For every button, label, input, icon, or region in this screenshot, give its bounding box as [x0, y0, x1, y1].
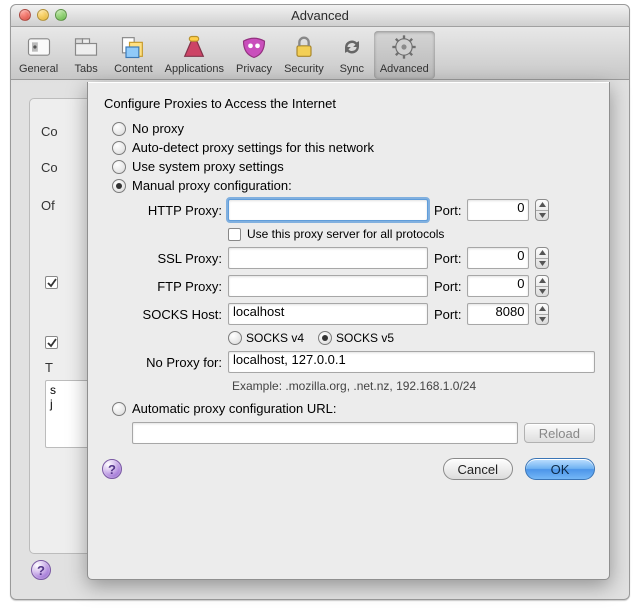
chevron-up-icon [536, 276, 548, 286]
tabs-icon [72, 33, 100, 61]
port-label: Port: [434, 279, 461, 294]
titlebar: Advanced [11, 5, 629, 27]
use-for-all-label: Use this proxy server for all protocols [247, 227, 444, 241]
sheet-heading: Configure Proxies to Access the Internet [104, 96, 595, 111]
radio-socks-v5[interactable] [318, 331, 332, 345]
use-for-all-checkbox[interactable] [228, 228, 241, 241]
content-icon [119, 33, 147, 61]
socks-port-stepper[interactable] [535, 303, 549, 325]
radio-icon [112, 122, 126, 136]
toolbar-label: Tabs [75, 63, 98, 75]
http-port-stepper[interactable] [535, 199, 549, 221]
radio-no-proxy[interactable]: No proxy [112, 121, 595, 136]
no-proxy-label: No Proxy for: [132, 355, 222, 370]
radio-autodetect[interactable]: Auto-detect proxy settings for this netw… [112, 140, 595, 155]
ok-button[interactable]: OK [525, 458, 595, 480]
socks-host-label: SOCKS Host: [132, 307, 222, 322]
toolbar-label: Security [284, 63, 324, 75]
port-label: Port: [434, 203, 461, 218]
bg-checkbox[interactable] [45, 336, 58, 349]
no-proxy-input[interactable]: localhost, 127.0.0.1 [228, 351, 595, 373]
http-proxy-label: HTTP Proxy: [132, 203, 222, 218]
toolbar-label: Applications [165, 63, 224, 75]
toolbar-content[interactable]: Content [108, 31, 159, 79]
autoconfig-url-input[interactable] [132, 422, 518, 444]
radio-socks-v4[interactable] [228, 331, 242, 345]
radio-manual[interactable]: Manual proxy configuration: [112, 178, 595, 193]
radio-system[interactable]: Use system proxy settings [112, 159, 595, 174]
proxy-sheet: Configure Proxies to Access the Internet… [87, 82, 610, 580]
radio-label: Automatic proxy configuration URL: [132, 401, 336, 416]
socks-v4-label: SOCKS v4 [246, 331, 304, 345]
chevron-down-icon [536, 286, 548, 297]
radio-icon [112, 402, 126, 416]
mask-icon [240, 33, 268, 61]
ftp-proxy-input[interactable] [228, 275, 428, 297]
radio-autoconfig[interactable]: Automatic proxy configuration URL: [112, 401, 595, 416]
bg-label: Co [41, 124, 58, 139]
radio-label: No proxy [132, 121, 184, 136]
toolbar-advanced[interactable]: Advanced [374, 31, 435, 79]
ftp-proxy-label: FTP Proxy: [132, 279, 222, 294]
radio-label: Auto-detect proxy settings for this netw… [132, 140, 374, 155]
ssl-port-stepper[interactable] [535, 247, 549, 269]
cancel-button[interactable]: Cancel [443, 458, 513, 480]
chevron-up-icon [536, 248, 548, 258]
radio-icon [112, 160, 126, 174]
zoom-icon[interactable] [55, 9, 67, 21]
ftp-port-stepper[interactable] [535, 275, 549, 297]
chevron-down-icon [536, 314, 548, 325]
prefs-toolbar: General Tabs Content Applications Privac… [11, 27, 629, 80]
sync-icon [338, 33, 366, 61]
applications-icon [180, 33, 208, 61]
traffic-lights [19, 9, 67, 21]
bg-textfield[interactable]: s j [45, 380, 89, 448]
manual-proxy-form: HTTP Proxy: Port: 0 Use this proxy serve… [132, 199, 595, 393]
chevron-down-icon [536, 258, 548, 269]
ssl-port-input[interactable]: 0 [467, 247, 529, 269]
bg-label: Of [41, 198, 55, 213]
help-icon[interactable]: ? [31, 560, 51, 580]
socks-host-input[interactable]: localhost [228, 303, 428, 325]
gear-icon [390, 33, 418, 61]
toolbar-security[interactable]: Security [278, 31, 330, 79]
switch-icon [25, 33, 53, 61]
toolbar-tabs[interactable]: Tabs [64, 31, 108, 79]
reload-button[interactable]: Reload [524, 423, 595, 443]
window-title: Advanced [291, 8, 349, 23]
port-label: Port: [434, 307, 461, 322]
http-port-input[interactable]: 0 [467, 199, 529, 221]
bg-label: Co [41, 160, 58, 175]
ssl-proxy-input[interactable] [228, 247, 428, 269]
toolbar-privacy[interactable]: Privacy [230, 31, 278, 79]
radio-icon [112, 179, 126, 193]
toolbar-label: Privacy [236, 63, 272, 75]
ftp-port-input[interactable]: 0 [467, 275, 529, 297]
socks-port-input[interactable]: 8080 [467, 303, 529, 325]
bg-checkbox[interactable] [45, 276, 58, 289]
close-icon[interactable] [19, 9, 31, 21]
port-label: Port: [434, 251, 461, 266]
bg-label: T [45, 360, 53, 375]
lock-icon [290, 33, 318, 61]
http-proxy-input[interactable] [228, 199, 428, 221]
toolbar-sync[interactable]: Sync [330, 31, 374, 79]
no-proxy-example: Example: .mozilla.org, .net.nz, 192.168.… [232, 379, 595, 393]
chevron-down-icon [536, 210, 548, 221]
toolbar-general[interactable]: General [13, 31, 64, 79]
toolbar-label: Content [114, 63, 153, 75]
chevron-up-icon [536, 200, 548, 210]
socks-v5-label: SOCKS v5 [336, 331, 394, 345]
radio-label: Use system proxy settings [132, 159, 284, 174]
toolbar-label: Advanced [380, 63, 429, 75]
chevron-up-icon [536, 304, 548, 314]
minimize-icon[interactable] [37, 9, 49, 21]
toolbar-label: General [19, 63, 58, 75]
toolbar-applications[interactable]: Applications [159, 31, 230, 79]
help-icon[interactable]: ? [102, 459, 122, 479]
ssl-proxy-label: SSL Proxy: [132, 251, 222, 266]
toolbar-label: Sync [340, 63, 364, 75]
radio-icon [112, 141, 126, 155]
radio-label: Manual proxy configuration: [132, 178, 292, 193]
